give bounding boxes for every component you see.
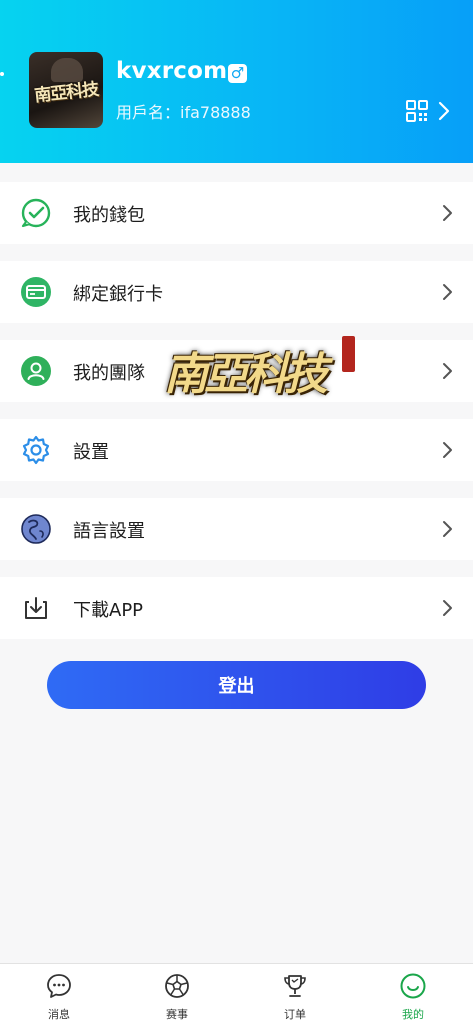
menu-item-settings[interactable]: 設置 xyxy=(0,419,473,481)
tab-label: 赛事 xyxy=(166,1008,188,1021)
chevron-right-icon[interactable] xyxy=(438,101,450,121)
tab-label: 消息 xyxy=(48,1008,70,1021)
menu-label: 語言設置 xyxy=(73,521,145,542)
tab-mine[interactable]: 我的 xyxy=(354,964,472,1025)
menu-item-bank-card[interactable]: 綁定銀行卡 xyxy=(0,261,473,323)
header-dot xyxy=(0,72,4,76)
gender-male-icon: ♂ xyxy=(228,64,247,83)
download-icon xyxy=(25,597,47,619)
wallet-check-icon xyxy=(21,198,51,228)
menu-label: 我的錢包 xyxy=(73,205,145,226)
language-globe-icon xyxy=(21,514,51,544)
menu-item-language[interactable]: 語言設置 xyxy=(0,498,473,560)
tab-label: 订单 xyxy=(284,1008,306,1021)
user-id-label: 用戶名：ifa78888 xyxy=(116,103,251,122)
avatar[interactable]: 南亞科技 xyxy=(29,52,103,128)
qr-code-icon[interactable] xyxy=(405,99,429,123)
smile-icon xyxy=(400,973,426,999)
menu-item-download-app[interactable]: 下載APP xyxy=(0,577,473,639)
chevron-right-icon xyxy=(443,284,452,300)
gear-icon xyxy=(22,435,50,465)
profile-header: 南亞科技 kvxrcom ♂ 用戶名：ifa78888 xyxy=(0,0,473,163)
username: kvxrcom xyxy=(116,58,228,84)
chevron-right-icon xyxy=(443,363,452,379)
bottom-tab-bar: 消息 赛事 订单 我的 xyxy=(0,963,473,1025)
menu-label: 綁定銀行卡 xyxy=(73,284,163,305)
bank-card-icon xyxy=(21,277,51,307)
chevron-right-icon xyxy=(443,600,452,616)
chevron-right-icon xyxy=(443,205,452,221)
tab-label: 我的 xyxy=(402,1008,424,1021)
tab-messages[interactable]: 消息 xyxy=(0,964,118,1025)
menu-label: 設置 xyxy=(73,442,109,463)
watermark-text: 南亞科技 xyxy=(164,349,328,400)
logout-button[interactable]: 登出 xyxy=(47,661,426,709)
trophy-icon xyxy=(284,975,306,997)
seal-stamp-icon xyxy=(342,336,355,372)
menu-label: 下載APP xyxy=(73,600,144,621)
soccer-ball-icon xyxy=(165,974,189,998)
chevron-right-icon xyxy=(443,442,452,458)
tab-orders[interactable]: 订单 xyxy=(236,964,354,1025)
tab-matches[interactable]: 赛事 xyxy=(118,964,236,1025)
watermark-logo: 南亞科技 xyxy=(160,332,358,402)
message-icon xyxy=(47,974,71,998)
team-user-icon xyxy=(21,356,51,386)
chevron-right-icon xyxy=(443,521,452,537)
avatar-logo-text: 南亞科技 xyxy=(33,79,100,107)
menu-label: 我的團隊 xyxy=(73,363,145,384)
menu-item-wallet[interactable]: 我的錢包 xyxy=(0,182,473,244)
